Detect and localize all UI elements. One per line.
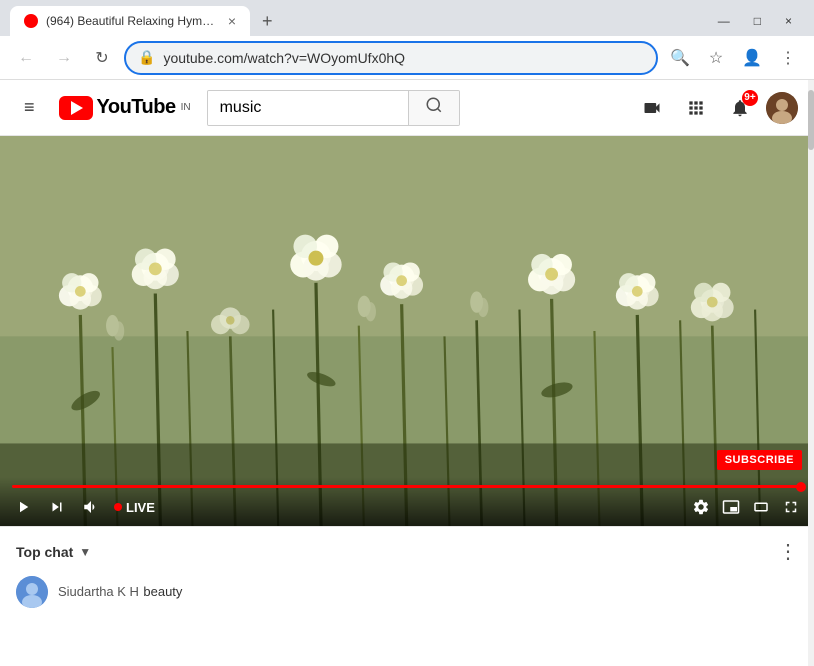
progress-dot <box>796 482 806 492</box>
upload-button[interactable] <box>634 90 670 126</box>
live-dot <box>114 503 122 511</box>
tab-close-icon[interactable]: × <box>228 13 236 29</box>
chat-title-text: Top chat <box>16 544 73 560</box>
skip-button[interactable] <box>46 496 68 518</box>
volume-button[interactable] <box>80 496 102 518</box>
chat-header: Top chat ▼ ⋮ <box>16 539 798 564</box>
live-label: LIVE <box>126 500 155 515</box>
yt-play-shape <box>71 101 83 115</box>
tab-title: (964) Beautiful Relaxing Hymns... <box>46 14 220 28</box>
controls-row: LIVE <box>12 496 802 518</box>
yt-logo-country: IN <box>181 102 191 113</box>
minimize-button[interactable]: — <box>706 10 742 32</box>
yt-menu-icon[interactable]: ≡ <box>16 89 43 126</box>
yt-logo-text: YouTube <box>97 96 176 119</box>
subscribe-overlay[interactable]: SUBSCRIBE <box>717 450 802 470</box>
chat-section: Top chat ▼ ⋮ Siudartha K H beauty <box>0 526 814 620</box>
nav-bar: ← → ↻ 🔒 🔍 ☆ 👤 ⋮ <box>0 36 814 80</box>
scrollbar-track[interactable] <box>808 80 814 666</box>
new-tab-button[interactable]: + <box>254 7 281 36</box>
tab-favicon <box>24 14 38 28</box>
browser-chrome: (964) Beautiful Relaxing Hymns... × + — … <box>0 0 814 80</box>
window-controls: — □ × <box>706 10 804 32</box>
video-controls: LIVE <box>0 477 814 526</box>
yt-search-button[interactable] <box>408 91 459 125</box>
controls-left: LIVE <box>12 496 155 518</box>
yt-search-input[interactable] <box>208 91 408 125</box>
progress-bar[interactable] <box>12 485 802 488</box>
play-button[interactable] <box>12 496 34 518</box>
address-bar-wrapper: 🔒 <box>124 41 658 75</box>
miniplayer-button[interactable] <box>720 496 742 518</box>
browser-search-icon[interactable]: 🔍 <box>664 42 696 74</box>
nav-icons: 🔍 ☆ 👤 ⋮ <box>664 42 804 74</box>
tab-area: (964) Beautiful Relaxing Hymns... × + <box>10 6 281 36</box>
chat-content: Siudartha K H beauty <box>58 583 798 601</box>
yt-logo[interactable]: YouTube IN <box>59 96 191 120</box>
forward-button[interactable]: → <box>48 42 80 74</box>
chat-chevron-icon: ▼ <box>79 545 91 559</box>
fullscreen-button[interactable] <box>780 496 802 518</box>
close-button[interactable]: × <box>773 10 804 32</box>
controls-right <box>690 496 802 518</box>
chat-message: Siudartha K H beauty <box>16 576 798 608</box>
address-bar-input[interactable] <box>163 50 644 66</box>
video-thumbnail <box>0 136 814 526</box>
profile-icon[interactable]: 👤 <box>736 42 768 74</box>
yt-logo-icon <box>59 96 93 120</box>
bookmark-icon[interactable]: ☆ <box>700 42 732 74</box>
yt-avatar[interactable] <box>766 92 798 124</box>
youtube-page: ≡ YouTube IN 9+ <box>0 80 814 666</box>
yt-search-bar <box>207 90 460 126</box>
video-container: SUBSCRIBE <box>0 136 814 526</box>
refresh-button[interactable]: ↻ <box>86 42 118 74</box>
chat-username: Siudartha K H <box>58 584 139 599</box>
scrollbar-thumb[interactable] <box>808 90 814 150</box>
notification-badge: 9+ <box>742 90 758 106</box>
chat-title[interactable]: Top chat ▼ <box>16 544 91 560</box>
chat-more-button[interactable]: ⋮ <box>778 539 798 564</box>
browser-menu-icon[interactable]: ⋮ <box>772 42 804 74</box>
back-button[interactable]: ← <box>10 42 42 74</box>
theater-button[interactable] <box>750 496 772 518</box>
title-bar: (964) Beautiful Relaxing Hymns... × + — … <box>0 0 814 36</box>
active-tab[interactable]: (964) Beautiful Relaxing Hymns... × <box>10 6 250 36</box>
settings-button[interactable] <box>690 496 712 518</box>
maximize-button[interactable]: □ <box>742 10 773 32</box>
lock-icon: 🔒 <box>138 49 155 66</box>
chat-text: beauty <box>143 584 182 599</box>
chat-avatar <box>16 576 48 608</box>
yt-header: ≡ YouTube IN 9+ <box>0 80 814 136</box>
live-badge: LIVE <box>114 500 155 515</box>
video-player[interactable]: SUBSCRIBE <box>0 136 814 526</box>
yt-header-right: 9+ <box>634 90 798 126</box>
notification-button[interactable]: 9+ <box>722 90 758 126</box>
apps-button[interactable] <box>678 90 714 126</box>
